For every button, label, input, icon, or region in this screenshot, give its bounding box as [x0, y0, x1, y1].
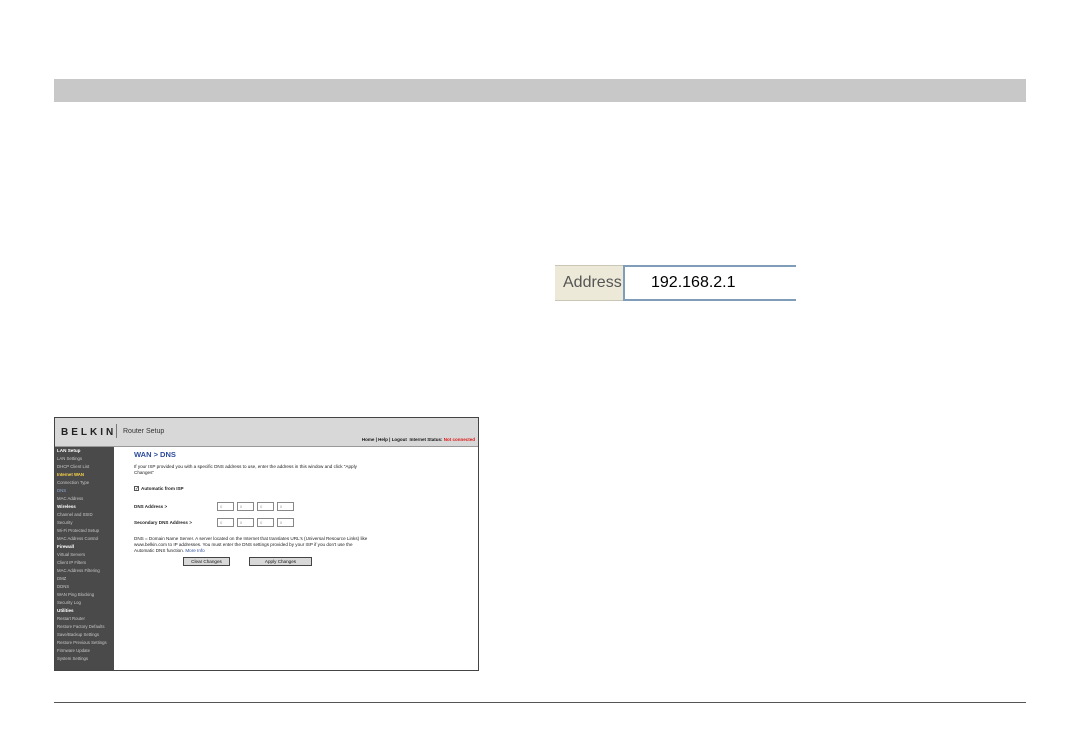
address-bar: Address 192.168.2.1 — [555, 265, 796, 301]
bottom-rule — [54, 702, 1026, 703]
sidebar-item[interactable]: Restore Previous Settings — [57, 640, 107, 645]
sidebar-item[interactable]: Client IP Filters — [57, 560, 86, 565]
automatic-from-isp-checkbox[interactable]: ✓ — [134, 486, 139, 492]
dns-octet-1[interactable]: 0 — [217, 502, 234, 511]
sidebar-item[interactable]: Connection Type — [57, 480, 89, 485]
top-band — [54, 79, 1026, 102]
apply-changes-button[interactable]: Apply Changes — [249, 557, 312, 566]
sidebar-item[interactable]: MAC Address Control — [57, 536, 98, 541]
secondary-dns-octet-4[interactable]: 0 — [277, 518, 294, 527]
dns-address-label: DNS Address > — [134, 504, 168, 509]
router-header: BELKIN Router Setup Home | Help | Logout… — [55, 418, 478, 446]
logout-link[interactable]: Logout — [392, 437, 407, 442]
sidebar-item[interactable]: Firmware Update — [57, 648, 90, 653]
sidebar-item[interactable]: Internet WAN — [57, 472, 84, 477]
sidebar-item[interactable]: Security Log — [57, 600, 81, 605]
internet-status-value: Not connected — [443, 437, 475, 442]
belkin-logo: BELKIN — [61, 427, 117, 438]
sidebar-item[interactable]: Wi-Fi Protected Setup — [57, 528, 99, 533]
sidebar-item[interactable]: Restart Router — [57, 616, 85, 621]
dns-octet-3[interactable]: 0 — [257, 502, 274, 511]
sidebar-item: Utilities — [57, 608, 74, 613]
sidebar-item[interactable]: DDNS — [57, 584, 69, 589]
sidebar-item[interactable]: System Settings — [57, 656, 88, 661]
sidebar-item[interactable]: Save/Backup Settings — [57, 632, 99, 637]
main-panel: WAN > DNS If your ISP provided you with … — [114, 447, 478, 670]
dns-note: DNS = Domain Name Server. A server locat… — [134, 536, 370, 554]
sidebar-item: LAN Setup — [57, 448, 81, 453]
clear-changes-button[interactable]: Clear Changes — [183, 557, 230, 566]
address-input[interactable]: 192.168.2.1 — [623, 265, 796, 301]
help-link[interactable]: Help — [378, 437, 388, 442]
sidebar-item[interactable]: DNS — [57, 488, 66, 493]
sidebar-item[interactable]: LAN Settings — [57, 456, 82, 461]
sidebar-item[interactable]: Virtual Servers — [57, 552, 85, 557]
secondary-dns-label: Secondary DNS Address > — [134, 520, 192, 525]
sidebar: LAN Setup LAN Settings DHCP Client List Int… — [55, 447, 114, 670]
sidebar-item[interactable]: Security — [57, 520, 73, 525]
more-info-link[interactable]: More Info — [185, 548, 204, 553]
secondary-dns-octet-3[interactable]: 0 — [257, 518, 274, 527]
logo-divider — [116, 424, 117, 438]
dns-octet-2[interactable]: 0 — [237, 502, 254, 511]
dns-note-text: DNS = Domain Name Server. A server locat… — [134, 536, 368, 553]
sidebar-item[interactable]: DMZ — [57, 576, 66, 581]
sidebar-item: Wireless — [57, 504, 76, 509]
router-screenshot: BELKIN Router Setup Home | Help | Logout… — [54, 417, 479, 671]
sidebar-item[interactable]: WAN Ping Blocking — [57, 592, 94, 597]
dns-octet-4[interactable]: 0 — [277, 502, 294, 511]
intro-text: If your ISP provided you with a specific… — [134, 464, 357, 475]
internet-status-label: Internet Status: — [409, 437, 443, 442]
secondary-dns-octet-2[interactable]: 0 — [237, 518, 254, 527]
app-title: Router Setup — [123, 428, 165, 435]
automatic-from-isp-label: Automatic from ISP — [141, 486, 184, 491]
sidebar-item[interactable]: Channel and SSID — [57, 512, 93, 517]
sidebar-item: Firewall — [57, 544, 75, 549]
address-label: Address — [555, 265, 623, 301]
home-link[interactable]: Home — [362, 437, 375, 442]
top-links: Home | Help | Logout Internet Status: No… — [361, 437, 475, 442]
sidebar-item[interactable]: MAC Address Filtering — [57, 568, 100, 573]
page-title: WAN > DNS — [134, 450, 176, 459]
sidebar-item[interactable]: Restore Factory Defaults — [57, 624, 105, 629]
sidebar-item[interactable]: DHCP Client List — [57, 464, 89, 469]
secondary-dns-octet-1[interactable]: 0 — [217, 518, 234, 527]
sidebar-item[interactable]: MAC Address — [57, 496, 83, 501]
